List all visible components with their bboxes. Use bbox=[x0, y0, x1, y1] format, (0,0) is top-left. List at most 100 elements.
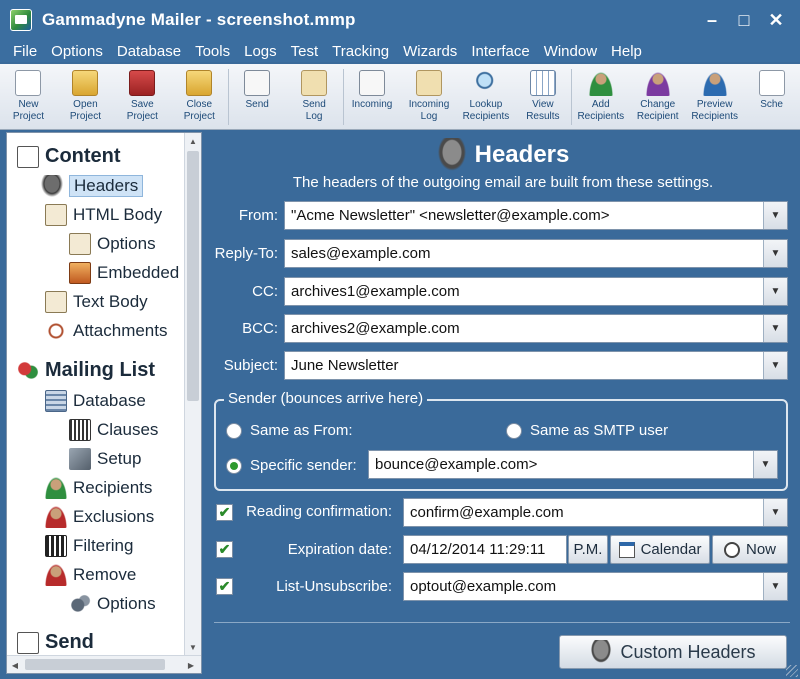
send-log-button[interactable]: Send Log bbox=[286, 64, 343, 129]
cc-combo[interactable]: archives1@example.com ▼ bbox=[284, 277, 788, 306]
tree-label: Exclusions bbox=[73, 507, 155, 526]
from-combo[interactable]: "Acme Newsletter" <newsletter@example.co… bbox=[284, 201, 788, 230]
chevron-down-icon[interactable]: ▼ bbox=[763, 573, 787, 600]
tree-label: Embedded bbox=[97, 263, 180, 282]
tree-item-remove[interactable]: Remove bbox=[45, 564, 136, 586]
incoming-log-button[interactable]: Incoming Log bbox=[401, 64, 458, 129]
menu-help[interactable]: Help bbox=[604, 43, 649, 60]
bcc-combo[interactable]: archives2@example.com ▼ bbox=[284, 314, 788, 343]
menu-options[interactable]: Options bbox=[44, 43, 110, 60]
tree-label: Remove bbox=[73, 565, 137, 584]
tree-item-database[interactable]: Database bbox=[45, 390, 146, 412]
navigation-tree: Content Headers HTML Body Options Embedd… bbox=[6, 132, 202, 674]
expiration-checkbox[interactable]: ✔ bbox=[216, 541, 233, 558]
tree-section-content[interactable]: Content bbox=[17, 145, 121, 168]
specific-sender-value: bounce@example.com> bbox=[375, 456, 538, 473]
tree-item-exclusions[interactable]: Exclusions bbox=[45, 506, 154, 528]
reading-confirmation-checkbox[interactable]: ✔ bbox=[216, 504, 233, 521]
same-as-from-radio[interactable]: Same as From: bbox=[226, 422, 353, 439]
page-description: The headers of the outgoing email are bu… bbox=[292, 174, 714, 191]
chevron-down-icon[interactable]: ▼ bbox=[763, 202, 787, 229]
menu-interface[interactable]: Interface bbox=[464, 43, 536, 60]
schedule-label: Sche bbox=[760, 99, 783, 110]
send-button[interactable]: Send bbox=[229, 64, 286, 129]
title-bar: Gammadyne Mailer - screenshot.mmp – □ ✕ bbox=[0, 0, 800, 40]
menu-file[interactable]: File bbox=[6, 43, 44, 60]
scroll-right-icon[interactable]: ▶ bbox=[183, 657, 199, 673]
reply-to-combo[interactable]: sales@example.com ▼ bbox=[284, 239, 788, 268]
list-unsubscribe-checkbox[interactable]: ✔ bbox=[216, 578, 233, 595]
menu-tracking[interactable]: Tracking bbox=[325, 43, 396, 60]
menu-wizards[interactable]: Wizards bbox=[396, 43, 464, 60]
reading-confirmation-combo[interactable]: confirm@example.com ▼ bbox=[403, 498, 788, 527]
resize-grip-icon[interactable] bbox=[786, 665, 798, 677]
reading-confirmation-label: Reading confirmation: bbox=[246, 503, 392, 520]
chevron-down-icon[interactable]: ▼ bbox=[763, 499, 787, 526]
change-recipient-button[interactable]: Change Recipient bbox=[629, 64, 686, 129]
open-project-button[interactable]: Open Project bbox=[57, 64, 114, 129]
tree-section-mailing-list[interactable]: Mailing List bbox=[17, 359, 155, 382]
add-recipients-button[interactable]: Add Recipients bbox=[572, 64, 629, 129]
chevron-down-icon[interactable]: ▼ bbox=[763, 352, 787, 379]
menu-test[interactable]: Test bbox=[284, 43, 326, 60]
close-project-button[interactable]: Close Project bbox=[171, 64, 228, 129]
scroll-down-icon[interactable]: ▼ bbox=[185, 639, 201, 655]
expiration-date-input[interactable]: 04/12/2014 11:29:11 bbox=[403, 535, 567, 564]
preview-recipients-button[interactable]: Preview Recipients bbox=[686, 64, 743, 129]
now-button[interactable]: Now bbox=[712, 535, 788, 564]
preview-recipients-icon bbox=[701, 70, 728, 96]
send-log-label: Send Log bbox=[302, 99, 326, 122]
maximize-button[interactable]: □ bbox=[728, 6, 760, 34]
tree-vertical-scrollbar[interactable]: ▲ ▼ bbox=[184, 133, 201, 655]
clock-icon bbox=[723, 541, 740, 558]
menu-logs[interactable]: Logs bbox=[237, 43, 284, 60]
tree-item-text-body[interactable]: Text Body bbox=[45, 291, 148, 313]
incoming-button[interactable]: Incoming bbox=[344, 64, 401, 129]
tree-hscroll-thumb[interactable] bbox=[25, 659, 165, 670]
calendar-button[interactable]: Calendar bbox=[610, 535, 710, 564]
menu-database[interactable]: Database bbox=[110, 43, 188, 60]
tree-item-attachments[interactable]: Attachments bbox=[45, 320, 168, 342]
specific-sender-combo[interactable]: bounce@example.com> ▼ bbox=[368, 450, 778, 479]
add-recipients-icon bbox=[587, 70, 614, 96]
tree-horizontal-scrollbar[interactable]: ◀ ▶ bbox=[7, 655, 201, 673]
tree-item-setup[interactable]: Setup bbox=[69, 448, 141, 470]
lookup-recipients-button[interactable]: Lookup Recipients bbox=[457, 64, 514, 129]
tree-scroll-thumb[interactable] bbox=[187, 151, 199, 401]
specific-sender-radio[interactable]: Specific sender: bbox=[226, 457, 357, 474]
save-project-button[interactable]: Save Project bbox=[114, 64, 171, 129]
tree-item-clauses[interactable]: Clauses bbox=[69, 419, 158, 441]
tree-item-remove-options[interactable]: Options bbox=[69, 593, 156, 615]
chevron-down-icon[interactable]: ▼ bbox=[763, 240, 787, 267]
chevron-down-icon[interactable]: ▼ bbox=[753, 451, 777, 478]
send-label: Send bbox=[245, 99, 269, 110]
minimize-button[interactable]: – bbox=[696, 6, 728, 34]
menu-window[interactable]: Window bbox=[537, 43, 604, 60]
tree-section-send[interactable]: Send bbox=[17, 631, 94, 654]
reply-to-value: sales@example.com bbox=[291, 245, 431, 262]
scroll-up-icon[interactable]: ▲ bbox=[185, 133, 201, 149]
custom-headers-button[interactable]: Custom Headers bbox=[559, 635, 787, 669]
close-button[interactable]: ✕ bbox=[760, 6, 792, 34]
same-as-smtp-radio[interactable]: Same as SMTP user bbox=[506, 422, 668, 439]
chevron-down-icon[interactable]: ▼ bbox=[763, 278, 787, 305]
list-unsubscribe-combo[interactable]: optout@example.com ▼ bbox=[403, 572, 788, 601]
tree-label: Database bbox=[73, 391, 146, 410]
schedule-button[interactable]: Sche bbox=[743, 64, 800, 129]
new-project-button[interactable]: New Project bbox=[0, 64, 57, 129]
tree-item-recipients[interactable]: Recipients bbox=[45, 477, 152, 499]
am-pm-toggle-button[interactable]: P.M. bbox=[568, 535, 608, 564]
tree-item-options[interactable]: Options bbox=[69, 233, 156, 255]
tree-item-embedded[interactable]: Embedded bbox=[69, 262, 179, 284]
chevron-down-icon[interactable]: ▼ bbox=[763, 315, 787, 342]
subject-combo[interactable]: June Newsletter ▼ bbox=[284, 351, 788, 380]
html-body-icon bbox=[45, 204, 67, 226]
menu-tools[interactable]: Tools bbox=[188, 43, 237, 60]
tree-item-filtering[interactable]: Filtering bbox=[45, 535, 133, 557]
tree-item-html-body[interactable]: HTML Body bbox=[45, 204, 162, 226]
view-results-button[interactable]: View Results bbox=[514, 64, 571, 129]
embedded-image-icon bbox=[69, 262, 91, 284]
headers-head-icon bbox=[436, 138, 467, 172]
tree-item-headers[interactable]: Headers bbox=[41, 175, 144, 197]
scroll-left-icon[interactable]: ◀ bbox=[7, 657, 23, 673]
